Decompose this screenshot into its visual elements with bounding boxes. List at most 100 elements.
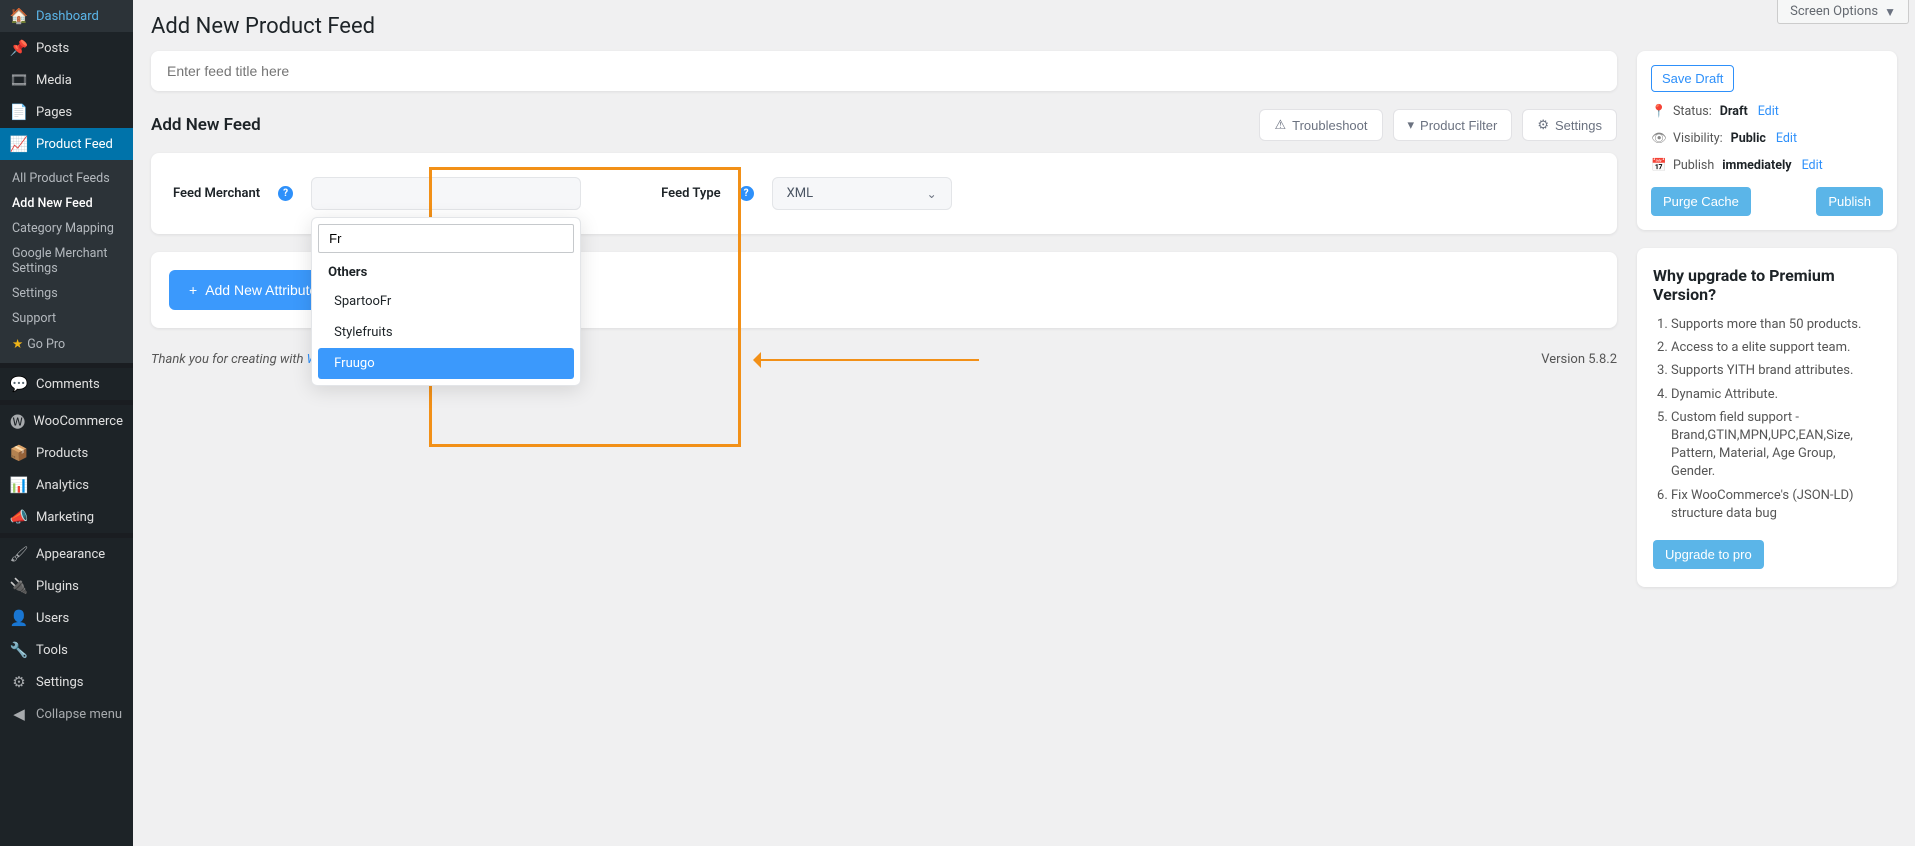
- merchant-dropdown: Others SpartooFrStylefruitsFruugo: [311, 217, 581, 386]
- sidebar-item-label: Pages: [36, 105, 72, 120]
- woo-icon: 🅦: [10, 412, 25, 430]
- brush-icon: 🖌: [10, 545, 28, 563]
- sidebar-item-marketing[interactable]: 📣 Marketing: [0, 501, 133, 533]
- bars-icon: 📊: [10, 476, 28, 494]
- box-icon: 📦: [10, 444, 28, 462]
- settings-button[interactable]: ⚙Settings: [1522, 109, 1617, 141]
- sidebar-item-appearance[interactable]: 🖌 Appearance: [0, 538, 133, 570]
- sidebar-subitem-settings[interactable]: Settings: [0, 281, 133, 306]
- sidebar-item-label: Comments: [36, 377, 100, 392]
- sidebar-item-media[interactable]: 🎞 Media: [0, 64, 133, 96]
- sidebar-subitem-add-new-feed[interactable]: Add New Feed: [0, 191, 133, 216]
- chevron-down-icon: ⌄: [927, 187, 937, 201]
- sidebar-item-label: Plugins: [36, 579, 79, 594]
- upgrade-heading: Why upgrade to Premium Version?: [1653, 266, 1881, 304]
- upgrade-reason: Supports YITH brand attributes.: [1671, 362, 1881, 380]
- feed-merchant-label: Feed Merchant: [173, 186, 260, 201]
- sidebar-item-settings[interactable]: ⚙ Settings: [0, 666, 133, 698]
- admin-sidebar: 🏠 Dashboard 📌 Posts 🎞 Media 📄 Pages 📈 Product Fee…: [0, 0, 133, 846]
- edit-status-link[interactable]: Edit: [1758, 104, 1779, 119]
- sidebar-item-label: Products: [36, 446, 88, 461]
- main-content: Screen Options▼ Add New Product Feed Add…: [133, 0, 1915, 846]
- speedometer-icon: 🏠: [10, 7, 28, 25]
- help-icon[interactable]: ?: [278, 186, 293, 201]
- sidebar-item-label: Product Feed: [36, 137, 113, 152]
- sidebar-item-label: Marketing: [36, 510, 94, 525]
- gear-icon: ⚙: [1537, 117, 1549, 133]
- sidebar-item-dashboard[interactable]: 🏠 Dashboard: [0, 0, 133, 32]
- sidebar-item-product-feed[interactable]: 📈 Product Feed: [0, 128, 133, 160]
- publish-box: Save Draft 📍Status: Draft Edit 👁Visibili…: [1637, 51, 1897, 230]
- comment-icon: 💬: [10, 375, 28, 393]
- wrench-icon: 🔧: [10, 641, 28, 659]
- upgrade-reason: Dynamic Attribute.: [1671, 386, 1881, 404]
- sidebar-item-tools[interactable]: 🔧 Tools: [0, 634, 133, 666]
- sidebar-subitem-category-mapping[interactable]: Category Mapping: [0, 216, 133, 241]
- plug-icon: 🔌: [10, 577, 28, 595]
- edit-schedule-link[interactable]: Edit: [1802, 158, 1823, 173]
- upgrade-to-pro-button[interactable]: Upgrade to pro: [1653, 540, 1764, 569]
- sidebar-item-label: Settings: [36, 675, 83, 690]
- collapse-icon: ◀: [10, 705, 28, 723]
- page-title: Add New Product Feed: [151, 0, 1897, 51]
- calendar-icon: 📅: [1651, 158, 1665, 173]
- sidebar-subitem-all-product-feeds[interactable]: All Product Feeds: [0, 166, 133, 191]
- publish-button[interactable]: Publish: [1816, 187, 1883, 216]
- pin-icon: 📌: [10, 39, 28, 57]
- sidebar-item-collapse-menu[interactable]: ◀ Collapse menu: [0, 698, 133, 730]
- feed-config-card: Feed Merchant ? Others SpartooFrStylefru…: [151, 153, 1617, 234]
- plus-icon: +: [189, 282, 197, 298]
- merchant-option-stylefruits[interactable]: Stylefruits: [318, 317, 574, 348]
- save-draft-button[interactable]: Save Draft: [1651, 65, 1734, 92]
- product-filter-button[interactable]: ▾Product Filter: [1393, 109, 1513, 141]
- chevron-down-icon: ▼: [1884, 5, 1896, 19]
- sidebar-item-label: WooCommerce: [33, 414, 123, 429]
- help-icon[interactable]: ?: [739, 186, 754, 201]
- sidebar-subitem-google-merchant-settings[interactable]: Google Merchant Settings: [0, 241, 133, 281]
- sidebar-item-label: Media: [36, 73, 72, 88]
- eye-icon: 👁: [1651, 131, 1665, 146]
- merchant-option-fruugo[interactable]: Fruugo: [318, 348, 574, 379]
- upgrade-reason: Access to a elite support team.: [1671, 339, 1881, 357]
- troubleshoot-button[interactable]: ⚠Troubleshoot: [1259, 109, 1382, 141]
- sidebar-item-label: Analytics: [36, 478, 89, 493]
- sliders-icon: ⚙: [10, 673, 28, 691]
- user-icon: 👤: [10, 609, 28, 627]
- sidebar-subitem-support[interactable]: Support: [0, 306, 133, 331]
- page-icon: 📄: [10, 103, 28, 121]
- merchant-optgroup: Others: [318, 253, 574, 286]
- sidebar-item-label: Users: [36, 611, 69, 626]
- sidebar-item-plugins[interactable]: 🔌 Plugins: [0, 570, 133, 602]
- footer-version: Version 5.8.2: [1541, 352, 1617, 367]
- purge-cache-button[interactable]: Purge Cache: [1651, 187, 1751, 216]
- chart-icon: 📈: [10, 135, 28, 153]
- sidebar-item-analytics[interactable]: 📊 Analytics: [0, 469, 133, 501]
- star-icon: ★: [12, 337, 23, 352]
- sidebar-subitem-go-pro[interactable]: ★Go Pro: [0, 331, 133, 357]
- screen-options-toggle[interactable]: Screen Options▼: [1777, 0, 1909, 24]
- media-icon: 🎞: [10, 71, 28, 89]
- sidebar-item-label: Collapse menu: [36, 707, 122, 722]
- sidebar-item-products[interactable]: 📦 Products: [0, 437, 133, 469]
- sidebar-item-users[interactable]: 👤 Users: [0, 602, 133, 634]
- key-icon: 📍: [1651, 104, 1665, 119]
- mega-icon: 📣: [10, 508, 28, 526]
- upgrade-reason: Supports more than 50 products.: [1671, 316, 1881, 334]
- sidebar-item-pages[interactable]: 📄 Pages: [0, 96, 133, 128]
- upgrade-reason: Fix WooCommerce's (JSON-LD) structure da…: [1671, 487, 1881, 523]
- merchant-option-spartoofr[interactable]: SpartooFr: [318, 286, 574, 317]
- sidebar-item-posts[interactable]: 📌 Posts: [0, 32, 133, 64]
- sidebar-item-label: Appearance: [36, 547, 105, 562]
- sidebar-item-comments[interactable]: 💬 Comments: [0, 368, 133, 400]
- sidebar-item-label: Dashboard: [36, 9, 99, 24]
- feed-title-input[interactable]: [151, 51, 1617, 91]
- feed-merchant-select[interactable]: Others SpartooFrStylefruitsFruugo: [311, 177, 581, 210]
- sidebar-item-label: Posts: [36, 41, 69, 56]
- section-heading: Add New Feed: [151, 115, 261, 135]
- merchant-search-input[interactable]: [318, 224, 574, 253]
- sidebar-item-woocommerce[interactable]: 🅦 WooCommerce: [0, 405, 133, 437]
- filter-icon: ▾: [1408, 117, 1415, 133]
- feed-type-select[interactable]: XML ⌄: [772, 177, 952, 210]
- edit-visibility-link[interactable]: Edit: [1776, 131, 1797, 146]
- sidebar-item-label: Tools: [36, 643, 68, 658]
